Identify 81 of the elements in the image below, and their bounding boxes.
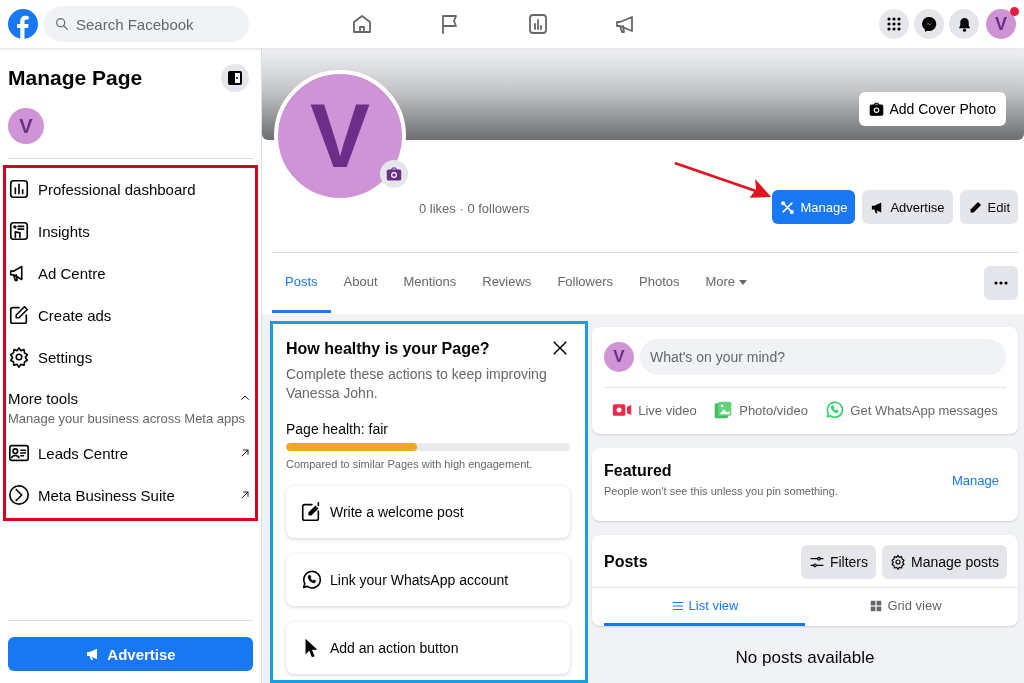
camera-icon [869,101,885,117]
page-tab[interactable]: More [692,253,761,313]
page-stats: 0 likes · 0 followers [419,201,531,216]
ellipsis-icon [994,281,1008,285]
account-avatar[interactable]: V [986,9,1016,39]
sidebar-item[interactable]: Settings [8,336,251,378]
panel-icon [227,70,243,86]
advertise-button[interactable]: Advertise [8,637,253,671]
composer-action[interactable]: Live video [608,392,701,428]
home-icon[interactable] [350,12,374,36]
post-input[interactable]: What's on your mind? [640,339,1006,375]
settings-icon [890,554,907,570]
page-tab[interactable]: Reviews [469,253,545,313]
filters-button[interactable]: Filters [800,545,877,579]
search-icon [54,16,70,32]
add-cover-photo-button[interactable]: Add Cover Photo [859,92,1006,126]
insights-icon [8,220,30,242]
advertise-button[interactable]: Advertise [862,190,953,224]
composer-action[interactable]: Photo/video [709,392,812,428]
sidebar-toggle-button[interactable] [221,64,249,92]
sidebar-item[interactable]: Leads Centre [8,432,251,474]
edit-icon [8,304,30,326]
whatsapp-icon [300,569,322,591]
edit-button[interactable]: Edit [959,190,1018,224]
page-tab[interactable]: Mentions [390,253,470,313]
sidebar-item[interactable]: Meta Business Suite [8,474,251,516]
empty-message: No posts available [734,648,876,668]
composer-action[interactable]: Get WhatsApp messages [820,392,1002,428]
section-title: More tools [8,390,79,407]
bell-icon [956,16,972,32]
page-tab[interactable]: Followers [544,253,626,313]
section-title: Featured [604,462,673,480]
camera-button[interactable] [380,160,408,188]
action-item[interactable]: Write a welcome post [286,486,570,538]
circle-chevron-icon [8,484,30,506]
page-avatar[interactable]: V [8,108,44,144]
sliders-icon [808,554,825,570]
contact-card-icon [8,442,30,464]
panel-title: Manage Page [8,66,143,90]
page-tab[interactable]: About [330,253,391,313]
action-item[interactable]: Link your WhatsApp account [286,554,570,606]
messenger-icon [921,16,937,32]
chart-icon [8,178,30,200]
tools-icon [780,199,796,215]
grid-icon [869,598,884,613]
search-field[interactable]: Search Facebook [44,6,249,42]
compose-icon [300,501,322,523]
menu-button[interactable] [879,9,909,39]
section-title: Posts [604,553,649,571]
action-item[interactable]: Add an action button [286,622,570,674]
caret-icon [739,277,748,286]
external-link-icon [239,489,251,501]
photo-icon [713,400,734,420]
page-tab[interactable]: Photos [626,253,693,313]
card-title: How healthy is your Page? [286,340,490,358]
messenger-button[interactable] [914,9,944,39]
view-tab[interactable]: Grid view [805,588,1006,626]
sidebar-item[interactable]: Professional dashboard [8,168,251,210]
page-tab[interactable]: Posts [272,253,331,313]
manage-link[interactable]: Manage [952,473,999,488]
more-options-button[interactable] [984,266,1018,300]
settings-icon [8,346,30,368]
card-description: Complete these actions to keep improving Vanessa John. [286,365,548,403]
sidebar-item[interactable]: Insights [8,210,251,252]
grid-dots-icon [887,17,901,31]
section-subtitle: People won't see this unless you pin something. [604,485,838,497]
manage-button[interactable]: Manage [772,190,856,224]
external-link-icon [239,447,251,459]
manage-posts-button[interactable]: Manage posts [882,545,1007,579]
health-note: Compared to similar Pages with high engagement. [286,458,534,470]
logo-icon[interactable] [8,9,38,39]
sidebar-item[interactable]: Ad Centre [8,252,251,294]
health-status: Page health: fair [286,421,389,437]
user-avatar: V [604,342,634,372]
notifications-button[interactable] [949,9,979,39]
sidebar-item[interactable]: Create ads [8,294,251,336]
chart-icon[interactable] [526,12,550,36]
whatsapp-icon [824,400,845,420]
view-tab[interactable]: List view [604,588,805,626]
section-subtitle: Manage your business across Meta apps [8,411,246,426]
camera-icon [386,166,402,182]
